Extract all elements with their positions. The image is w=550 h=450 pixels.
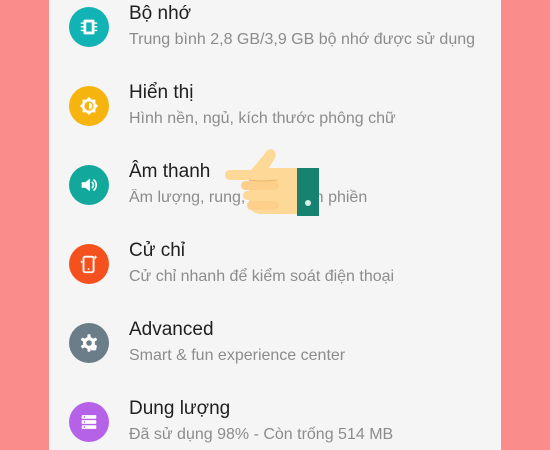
settings-item-title: Hiển thị xyxy=(129,82,194,103)
settings-item-memory[interactable]: Bộ nhớ Trung bình 2,8 GB/3,9 GB bộ nhớ đ… xyxy=(49,0,501,66)
memory-chip-icon xyxy=(69,7,109,47)
gesture-phone-icon xyxy=(69,244,109,284)
settings-item-title: Advanced xyxy=(129,319,214,340)
settings-item-title: Bộ nhớ xyxy=(129,3,192,24)
settings-item-title: Âm thanh xyxy=(129,161,211,182)
settings-item-subtitle: Trung bình 2,8 GB/3,9 GB bộ nhớ được sử … xyxy=(129,31,476,48)
settings-item-subtitle: Hình nền, ngủ, kích thước phông chữ xyxy=(129,110,396,127)
settings-item-title: Dung lượng xyxy=(129,398,231,419)
pointing-hand-icon xyxy=(225,140,325,220)
settings-item-gestures[interactable]: Cử chỉ Cử chỉ nhanh để kiểm soát điện th… xyxy=(49,224,501,303)
settings-item-title: Cử chỉ xyxy=(129,240,186,261)
settings-item-display[interactable]: Hiển thị Hình nền, ngủ, kích thước phông… xyxy=(49,66,501,145)
settings-list: Bộ nhớ Trung bình 2,8 GB/3,9 GB bộ nhớ đ… xyxy=(49,0,501,450)
volume-icon xyxy=(69,165,109,205)
storage-icon xyxy=(69,402,109,442)
settings-item-subtitle: Đã sử dụng 98% - Còn trống 514 MB xyxy=(129,426,394,443)
brightness-icon xyxy=(69,86,109,126)
gear-icon xyxy=(69,323,109,363)
settings-item-subtitle: Smart & fun experience center xyxy=(129,347,346,364)
settings-item-advanced[interactable]: Advanced Smart & fun experience center xyxy=(49,303,501,382)
settings-item-storage[interactable]: Dung lượng Đã sử dụng 98% - Còn trống 51… xyxy=(49,382,501,450)
settings-item-subtitle: Cử chỉ nhanh để kiểm soát điện thoại xyxy=(129,268,395,285)
